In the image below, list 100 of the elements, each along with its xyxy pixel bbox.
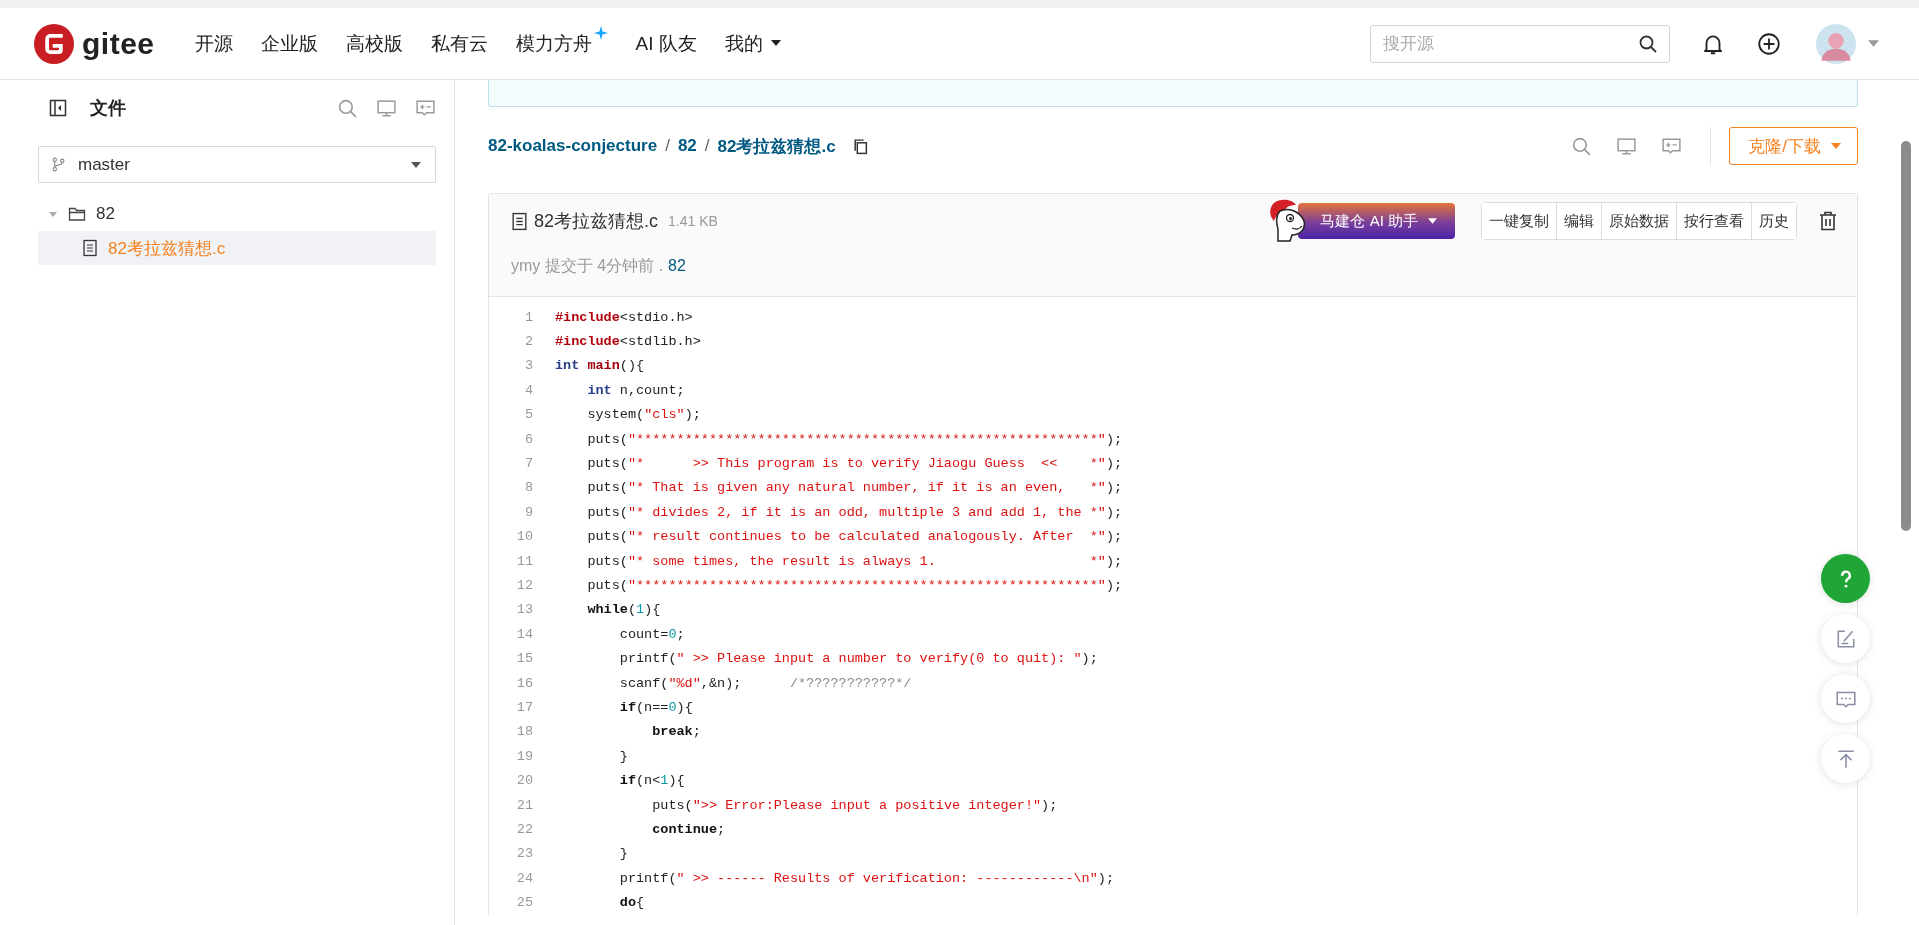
breadcrumb-link[interactable]: 82考拉兹猜想.c — [717, 134, 836, 158]
line-number: 5 — [523, 407, 533, 423]
line-number: 23 — [515, 846, 533, 862]
back-to-top-button[interactable] — [1821, 734, 1870, 783]
code-line: int n,count; — [586, 382, 685, 398]
trash-icon[interactable] — [1819, 211, 1837, 231]
line-number: 19 — [515, 748, 533, 764]
code-line: if(n<1){ — [618, 773, 685, 789]
code-line: system("cls"); — [586, 407, 701, 423]
file-size: 1.41 KB — [668, 213, 718, 229]
line-number: 11 — [515, 553, 533, 569]
line-number: 14 — [515, 626, 533, 642]
code-line: puts("*********************************************************"); — [586, 431, 1123, 447]
line-number: 10 — [515, 529, 533, 545]
monitor-icon[interactable] — [376, 97, 397, 119]
line-number: 4 — [523, 382, 533, 398]
monitor-icon[interactable] — [1616, 135, 1638, 157]
help-button[interactable] — [1821, 554, 1870, 603]
line-number: 25 — [515, 895, 533, 911]
ai-assistant-button[interactable]: 马建仓 AI 助手 — [1298, 203, 1455, 239]
line-number: 15 — [515, 651, 533, 667]
code-line: puts("* some times, the result is always 1. *"); — [586, 553, 1123, 569]
search-icon[interactable] — [1638, 33, 1658, 54]
nav-link[interactable]: 企业版 — [260, 30, 318, 57]
sidebar-toggle-icon[interactable] — [48, 98, 68, 118]
panel-title: 文件 — [90, 97, 126, 120]
nav-link[interactable]: AI 队友 — [635, 30, 697, 57]
code-line: break; — [651, 724, 701, 740]
line-number: 13 — [515, 602, 533, 618]
code-line: printf(" >> ------ Results of verification: ------------\n"); — [618, 870, 1114, 886]
line-number: 7 — [523, 456, 533, 472]
search-field[interactable]: 搜开源 — [1370, 24, 1670, 63]
file-icon — [511, 211, 528, 231]
gitee-logo[interactable]: gitee — [34, 23, 155, 64]
nav-link[interactable]: 私有云 — [430, 30, 488, 57]
code-line: } — [618, 748, 628, 764]
code-line: puts("* divides 2, if it is an odd, multiple 3 and add 1, the *"); — [586, 504, 1123, 520]
line-number: 9 — [523, 504, 533, 520]
code-line: } — [618, 846, 628, 862]
scrollbar-thumb[interactable] — [1901, 141, 1911, 531]
file-name: 82考拉兹猜想.c — [534, 210, 659, 233]
line-number: 3 — [523, 358, 533, 374]
code-line: #include<stdio.h> — [555, 309, 693, 325]
line-number: 24 — [515, 870, 533, 886]
line-number: 6 — [523, 431, 533, 447]
feedback-button[interactable] — [1821, 614, 1870, 663]
code-line: count=0; — [618, 626, 685, 642]
code-line: puts("* >> This program is to verify Jiaogu Guess << *"); — [586, 456, 1123, 472]
plus-icon[interactable] — [1756, 30, 1782, 57]
branch-select[interactable]: master — [38, 146, 436, 183]
breadcrumb-link[interactable]: 82-koalas-conjecture — [488, 136, 658, 156]
nav-link[interactable]: 高校版 — [345, 30, 403, 57]
code-line: puts("* That is given any natural number, if it is an even, *"); — [586, 480, 1123, 496]
line-number: 1 — [523, 309, 533, 325]
avatar[interactable] — [1816, 23, 1856, 64]
line-number: 22 — [515, 821, 533, 837]
commit-info: ymy 提交于 4分钟前 . — [511, 255, 663, 276]
line-number: 20 — [515, 773, 533, 789]
nav-link[interactable]: 我的 — [724, 30, 781, 57]
code-line: puts("* result continues to be calculated analogously. After *"); — [586, 529, 1123, 545]
folder-icon — [68, 206, 86, 222]
code-line: while(1){ — [586, 602, 661, 618]
copy-icon[interactable] — [851, 137, 869, 155]
caret-icon — [411, 161, 421, 168]
code-line: continue; — [651, 821, 726, 837]
code-line: if(n==0){ — [618, 699, 693, 715]
nav-link[interactable]: 开源 — [194, 30, 233, 57]
expand-caret-icon — [48, 209, 58, 219]
breadcrumb-separator: / — [665, 136, 670, 156]
line-number: 8 — [523, 480, 533, 496]
line-number: 21 — [515, 797, 533, 813]
caret-icon — [770, 39, 781, 46]
code-line: puts("*********************************************************"); — [586, 578, 1123, 593]
breadcrumb-link[interactable]: 82 — [677, 136, 697, 156]
line-number: 18 — [515, 724, 533, 740]
comment-icon[interactable] — [1661, 135, 1683, 157]
code-line: #include<stdlib.h> — [555, 334, 701, 350]
caret-icon — [1428, 218, 1437, 224]
caret-icon — [1831, 143, 1841, 149]
line-number: 12 — [515, 578, 533, 593]
folder-item[interactable]: 82 — [38, 197, 436, 231]
breadcrumb-separator: / — [704, 136, 710, 156]
commit-link[interactable]: 82 — [668, 257, 686, 275]
code-line: int main(){ — [555, 358, 645, 374]
branch-icon — [51, 157, 66, 172]
code-line: printf(" >> Please input a number to verify(0 to quit): "); — [618, 651, 1098, 667]
line-number: 16 — [515, 675, 533, 691]
code-line: puts(">> Error:Please input a positive integer!"); — [651, 797, 1058, 813]
line-number: 2 — [523, 334, 533, 350]
nav-link[interactable]: 模力方舟 — [515, 30, 608, 57]
line-number: 17 — [515, 699, 533, 715]
code-line: do{ — [618, 895, 645, 911]
file-action-button[interactable]: 历史 — [1751, 203, 1796, 239]
file-icon — [82, 239, 98, 257]
logo-icon — [34, 23, 74, 64]
comment-icon[interactable] — [415, 97, 436, 119]
chat-button[interactable] — [1821, 674, 1870, 723]
caret-icon[interactable] — [1868, 40, 1879, 47]
code-line: scanf("%d",&n); /*???????????*/ — [618, 675, 912, 691]
sparkle-icon — [593, 25, 608, 40]
